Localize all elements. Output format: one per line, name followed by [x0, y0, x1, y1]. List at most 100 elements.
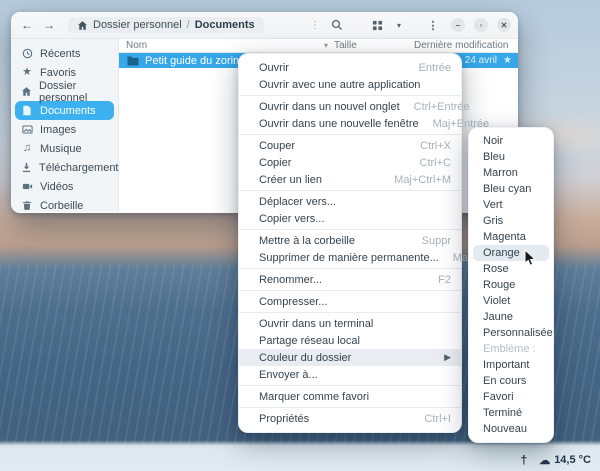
folder-icon	[127, 56, 139, 66]
breadcrumb[interactable]: Dossier personnel / Documents	[68, 17, 264, 33]
submenu-item-termine[interactable]: Terminé	[469, 405, 553, 421]
column-headers: Nom ▾ Taille Dernière modification	[119, 39, 518, 53]
trash-icon	[21, 200, 33, 212]
submenu-arrow-icon: ▶	[444, 352, 451, 363]
submenu-item-violet[interactable]: Violet	[469, 293, 553, 309]
menu-item-nouvel-onglet[interactable]: Ouvrir dans un nouvel ongletCtrl+Entrée	[239, 98, 461, 115]
submenu-item-personnalisee[interactable]: Personnalisée	[469, 325, 553, 341]
submenu-item-orange[interactable]: Orange	[473, 245, 549, 261]
image-icon	[21, 124, 33, 136]
sidebar-item-images[interactable]: Images	[15, 120, 114, 139]
sidebar-item-label: Récents	[40, 48, 80, 60]
cloud-icon: ☁	[539, 454, 550, 467]
minimize-icon: –	[456, 21, 460, 30]
sidebar-item-home[interactable]: Dossier personnel	[15, 82, 114, 101]
menu-item-supprimer[interactable]: Supprimer de manière permanente...Maj+Su…	[239, 249, 461, 266]
menu-item-couleur-dossier[interactable]: Couleur du dossier▶	[239, 349, 461, 366]
close-icon: ✕	[501, 21, 508, 30]
taskbar-panel	[0, 448, 600, 471]
context-menu: OuvrirEntrée Ouvrir avec une autre appli…	[238, 53, 462, 433]
column-name[interactable]: Nom ▾	[119, 40, 334, 51]
submenu-item-en-cours[interactable]: En cours	[469, 373, 553, 389]
menu-dots-icon[interactable]: ⋮	[424, 16, 442, 34]
back-icon: ←	[21, 18, 33, 32]
weather-widget[interactable]: ☁ 14,5 °C	[539, 454, 591, 467]
menu-item-renommer[interactable]: Renommer...F2	[239, 271, 461, 288]
submenu-item-noir[interactable]: Noir	[469, 133, 553, 149]
column-modified[interactable]: Dernière modification	[414, 40, 518, 51]
menu-item-nouvelle-fenetre[interactable]: Ouvrir dans une nouvelle fenêtreMaj+Entr…	[239, 115, 461, 132]
menu-item-partage-reseau[interactable]: Partage réseau local	[239, 332, 461, 349]
menu-item-marquer-favori[interactable]: Marquer comme favori	[239, 388, 461, 405]
video-icon	[21, 181, 33, 193]
submenu-item-favori[interactable]: Favori	[469, 389, 553, 405]
star-icon: ★	[21, 67, 33, 79]
back-button[interactable]: ←	[18, 16, 36, 34]
menu-separator	[239, 190, 461, 191]
breadcrumb-home-label[interactable]: Dossier personnel	[93, 19, 182, 31]
column-size[interactable]: Taille	[334, 40, 414, 51]
close-button[interactable]: ✕	[497, 18, 511, 32]
menu-item-deplacer-vers[interactable]: Déplacer vers...	[239, 193, 461, 210]
temperature-label: 14,5 °C	[554, 454, 591, 466]
menu-item-compresser[interactable]: Compresser...	[239, 293, 461, 310]
menu-separator	[239, 385, 461, 386]
menu-item-copier[interactable]: CopierCtrl+C	[239, 154, 461, 171]
document-icon	[21, 105, 33, 117]
menu-item-terminal[interactable]: Ouvrir dans un terminal	[239, 315, 461, 332]
sidebar: Récents ★ Favoris Dossier personnel Docu…	[11, 39, 119, 212]
grid-view-icon[interactable]	[368, 16, 386, 34]
breadcrumb-current-label[interactable]: Documents	[195, 19, 255, 31]
submenu-item-nouveau[interactable]: Nouveau	[469, 421, 553, 437]
menu-item-creer-lien[interactable]: Créer un lienMaj+Ctrl+M	[239, 171, 461, 188]
menu-separator	[239, 290, 461, 291]
sidebar-item-label: Téléchargements	[39, 162, 124, 174]
breadcrumb-separator: /	[187, 19, 190, 31]
sidebar-item-downloads[interactable]: Téléchargements	[15, 158, 114, 177]
maximize-button[interactable]: ▫	[474, 18, 488, 32]
menu-separator	[239, 312, 461, 313]
sidebar-item-label: Dossier personnel	[39, 80, 108, 104]
sidebar-item-label: Musique	[40, 143, 82, 155]
submenu-item-marron[interactable]: Marron	[469, 165, 553, 181]
forward-button[interactable]: →	[40, 16, 58, 34]
sidebar-item-trash[interactable]: Corbeille	[15, 196, 114, 213]
submenu-item-gris[interactable]: Gris	[469, 213, 553, 229]
menu-item-proprietes[interactable]: PropriétésCtrl+I	[239, 410, 461, 427]
view-dropdown-caret-icon[interactable]: ▾	[390, 16, 408, 34]
sidebar-item-recents[interactable]: Récents	[15, 44, 114, 63]
minimize-button[interactable]: –	[451, 18, 465, 32]
desktop: ← → Dossier personnel / Documents ⋮ ▾ ⋮	[0, 0, 600, 471]
sidebar-item-videos[interactable]: Vidéos	[15, 177, 114, 196]
forward-icon: →	[43, 18, 55, 32]
menu-separator	[239, 407, 461, 408]
submenu-item-rose[interactable]: Rose	[469, 261, 553, 277]
search-icon[interactable]	[328, 16, 346, 34]
submenu-header-embleme: Emblème :	[469, 341, 553, 357]
submenu-item-important[interactable]: Important	[469, 357, 553, 373]
menu-item-couper[interactable]: CouperCtrl+X	[239, 137, 461, 154]
path-options-icon[interactable]: ⋮	[306, 16, 324, 34]
sidebar-item-label: Favoris	[40, 67, 76, 79]
menu-separator	[239, 268, 461, 269]
header-bar: ← → Dossier personnel / Documents ⋮ ▾ ⋮	[11, 12, 518, 39]
submenu-item-jaune[interactable]: Jaune	[469, 309, 553, 325]
menu-item-envoyer-a[interactable]: Envoyer à...	[239, 366, 461, 383]
menu-item-corbeille[interactable]: Mettre à la corbeilleSuppr	[239, 232, 461, 249]
menu-item-copier-vers[interactable]: Copier vers...	[239, 210, 461, 227]
submenu-item-bleu-cyan[interactable]: Bleu cyan	[469, 181, 553, 197]
tray-indicator-icon[interactable]: †	[521, 453, 528, 467]
favorite-star-icon[interactable]: ★	[503, 55, 512, 66]
submenu-item-magenta[interactable]: Magenta	[469, 229, 553, 245]
system-tray: † ☁ 14,5 °C	[521, 453, 592, 467]
submenu-item-vert[interactable]: Vert	[469, 197, 553, 213]
menu-item-ouvrir[interactable]: OuvrirEntrée	[239, 59, 461, 76]
sidebar-item-music[interactable]: ♫ Musique	[15, 139, 114, 158]
sort-caret-icon: ▾	[324, 41, 334, 50]
sidebar-item-label: Corbeille	[40, 200, 83, 212]
menu-separator	[239, 95, 461, 96]
submenu-item-bleu[interactable]: Bleu	[469, 149, 553, 165]
sidebar-item-documents[interactable]: Documents	[15, 101, 114, 120]
menu-item-ouvrir-avec[interactable]: Ouvrir avec une autre application	[239, 76, 461, 93]
submenu-item-rouge[interactable]: Rouge	[469, 277, 553, 293]
